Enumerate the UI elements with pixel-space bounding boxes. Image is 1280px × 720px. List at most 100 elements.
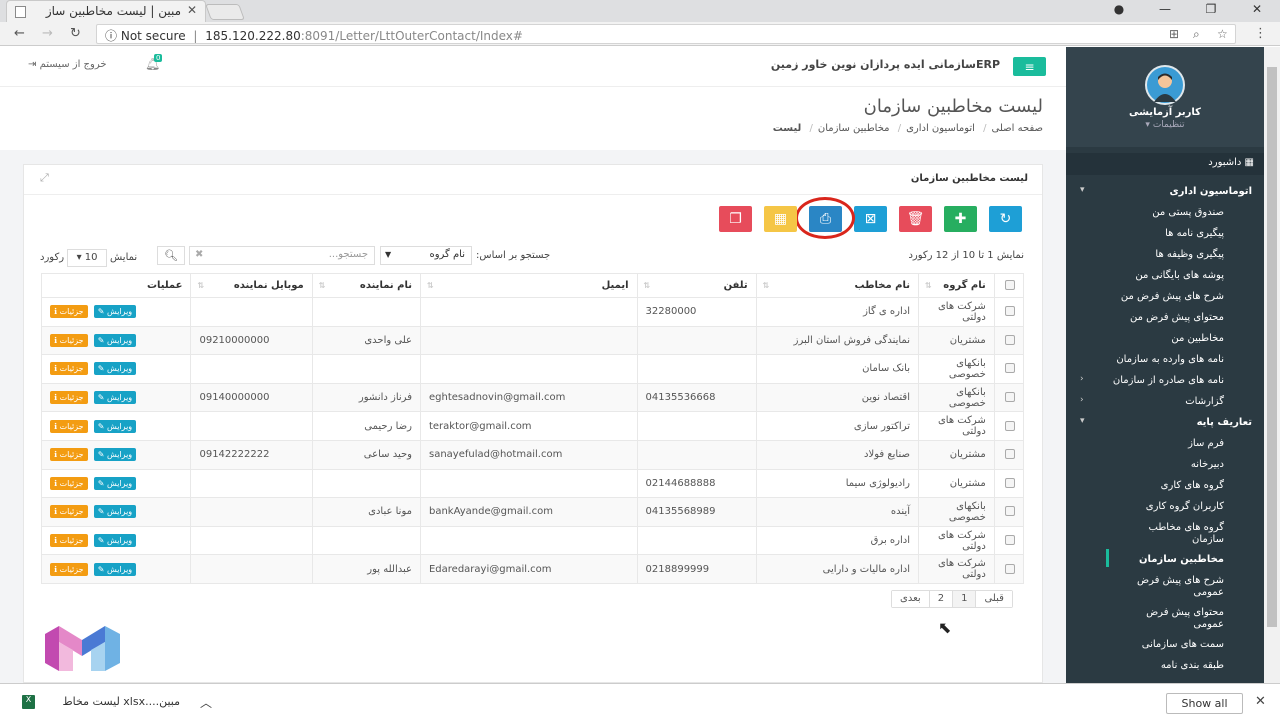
zoom-icon[interactable]: ⌕ — [1193, 27, 1200, 42]
sidebar-item-10[interactable]: گزارشات ‹ — [1066, 391, 1264, 412]
edit-button[interactable]: ✎ ویرایش — [93, 534, 137, 548]
row-checkbox[interactable] — [1005, 563, 1015, 574]
search-button[interactable]: 🔍︎ — [157, 246, 185, 265]
close-window-icon[interactable]: ✕ — [1242, 2, 1272, 16]
profile-icon[interactable]: ● — [1104, 2, 1134, 16]
edit-button[interactable]: ✎ ویرایش — [93, 562, 137, 576]
browser-menu-icon[interactable]: ⋮ — [1254, 26, 1267, 41]
details-button[interactable]: ℹ جزئیات — [50, 362, 88, 376]
column-header-1[interactable]: نام مخاطب ⇅ — [755, 273, 920, 298]
copy-button[interactable]: ❐ — [719, 206, 752, 232]
row-checkbox[interactable] — [1005, 449, 1015, 460]
new-tab-button[interactable] — [205, 4, 245, 20]
page-scrollbar[interactable] — [1264, 47, 1280, 683]
row-checkbox[interactable] — [1005, 420, 1015, 431]
sidebar-item-14[interactable]: گروه های کاری — [1066, 475, 1264, 496]
add-button[interactable]: ✚ — [944, 206, 977, 232]
back-icon[interactable]: ← — [14, 26, 25, 41]
minimize-icon[interactable]: — — [1150, 2, 1180, 16]
details-button[interactable]: ℹ جزئیات — [50, 476, 88, 490]
sidebar-item-19[interactable]: محتوای پیش فرض عمومی — [1066, 602, 1264, 634]
edit-button[interactable]: ✎ ویرایش — [93, 333, 137, 347]
details-button[interactable]: ℹ جزئیات — [50, 305, 88, 319]
column-header-0[interactable]: نام گروه ⇅ — [918, 273, 995, 298]
forward-icon[interactable]: → — [42, 26, 53, 41]
delete-button[interactable]: 🗑︎ — [899, 206, 932, 232]
menu-toggle-button[interactable]: ≡ — [1013, 57, 1046, 76]
expand-icon[interactable]: ⤢ — [40, 171, 49, 185]
breadcrumb-automation[interactable]: اتوماسیون اداری — [906, 123, 975, 134]
sidebar-item-15[interactable]: کاربران گروه کاری — [1066, 496, 1264, 517]
download-item[interactable]: مبین....xlsx لیست مخاط — [14, 690, 184, 714]
page-size-select[interactable]: 10 ▾ — [67, 249, 108, 267]
edit-button[interactable]: ✎ ویرایش — [93, 419, 137, 433]
chevron-up-icon[interactable]: ︿ — [200, 694, 212, 711]
sidebar-item-9[interactable]: نامه های صادره از سازمان ‹ — [1066, 370, 1264, 391]
search-field-select[interactable]: نام گروه ▼ — [380, 246, 472, 265]
breadcrumb-contacts[interactable]: مخاطبین سازمان — [818, 123, 890, 134]
columns-button[interactable]: ▦ — [764, 206, 797, 232]
pager-next[interactable]: بعدی — [892, 591, 929, 607]
edit-button[interactable]: ✎ ویرایش — [93, 305, 137, 319]
sidebar-item-17[interactable]: مخاطبین سازمان — [1066, 549, 1264, 570]
edit-button[interactable]: ✎ ویرایش — [93, 448, 137, 462]
sidebar-item-1[interactable]: صندوق پستی من — [1066, 202, 1264, 223]
details-button[interactable]: ℹ جزئیات — [50, 333, 88, 347]
search-input[interactable]: جستجو... ✖ — [189, 246, 375, 265]
details-button[interactable]: ℹ جزئیات — [50, 391, 88, 405]
sidebar-item-dashboard[interactable]: ▦ داشبورد — [1066, 153, 1264, 175]
sidebar-item-13[interactable]: دبیرخانه — [1066, 454, 1264, 475]
sidebar-item-8[interactable]: نامه های وارده به سازمان — [1066, 349, 1264, 370]
row-checkbox[interactable] — [1005, 306, 1015, 317]
info-icon[interactable]: ⓘ — [105, 29, 117, 43]
pager-prev[interactable]: قبلی — [975, 591, 1012, 607]
row-checkbox[interactable] — [1005, 392, 1015, 403]
show-all-button[interactable]: Show all — [1166, 693, 1243, 714]
reload-icon[interactable]: ↻ — [70, 26, 81, 41]
row-checkbox[interactable] — [1005, 477, 1015, 488]
details-button[interactable]: ℹ جزئیات — [50, 419, 88, 433]
breadcrumb-home[interactable]: صفحه اصلی — [992, 123, 1043, 134]
pager-page-1[interactable]: 1 — [952, 591, 976, 607]
sidebar-item-21[interactable]: طبقه بندی نامه — [1066, 655, 1264, 676]
sidebar-item-0[interactable]: اتوماسیون اداری ▾ — [1066, 181, 1264, 202]
select-all-checkbox[interactable] — [1005, 280, 1015, 290]
logout-link[interactable]: خروج از سیستم ⇥ — [28, 59, 107, 70]
details-button[interactable]: ℹ جزئیات — [50, 562, 88, 576]
column-header-5[interactable]: موبایل نماینده ⇅ — [190, 273, 313, 298]
details-button[interactable]: ℹ جزئیات — [50, 534, 88, 548]
url-field[interactable]: ⓘ Not secure | 185.120.222.80:8091/Lette… — [96, 24, 1236, 44]
edit-button[interactable]: ✎ ویرایش — [93, 476, 137, 490]
sidebar-item-2[interactable]: پیگیری نامه ها — [1066, 223, 1264, 244]
edit-button[interactable]: ✎ ویرایش — [93, 362, 137, 376]
user-settings-link[interactable]: تنظیمات ▾ — [1066, 120, 1264, 130]
restore-icon[interactable]: ❐ — [1196, 2, 1226, 16]
excel-export-button[interactable]: ⊠ — [854, 206, 887, 232]
sidebar-item-11[interactable]: تعاریف پایه ▾ — [1066, 412, 1264, 433]
close-icon[interactable]: ✕ — [1255, 694, 1266, 709]
close-tab-icon[interactable]: ✕ — [187, 3, 197, 17]
sidebar-item-18[interactable]: شرح های پیش فرض عمومی — [1066, 570, 1264, 602]
details-button[interactable]: ℹ جزئیات — [50, 448, 88, 462]
edit-button[interactable]: ✎ ویرایش — [93, 391, 137, 405]
sidebar-item-3[interactable]: پیگیری وظیفه ها — [1066, 244, 1264, 265]
translate-icon[interactable]: ⊞ — [1169, 27, 1179, 41]
sidebar-item-12[interactable]: فرم ساز — [1066, 433, 1264, 454]
bookmark-star-icon[interactable]: ☆ — [1217, 27, 1228, 41]
sidebar-item-7[interactable]: مخاطبین من — [1066, 328, 1264, 349]
pager-page-2[interactable]: 2 — [928, 591, 953, 607]
row-checkbox[interactable] — [1005, 535, 1015, 546]
notification-bell-icon[interactable]: 🔔︎ 0 — [145, 54, 163, 71]
sidebar-item-5[interactable]: شرح های پیش فرض من — [1066, 286, 1264, 307]
sidebar-item-4[interactable]: پوشه های بایگانی من — [1066, 265, 1264, 286]
sidebar-item-20[interactable]: سمت های سازمانی — [1066, 634, 1264, 655]
browser-tab[interactable]: مبین | لیست مخاطبین ساز ✕ — [6, 0, 206, 22]
column-header-2[interactable]: تلفن ⇅ — [636, 273, 757, 298]
column-header-4[interactable]: نام نماینده ⇅ — [311, 273, 421, 298]
details-button[interactable]: ℹ جزئیات — [50, 505, 88, 519]
refresh-button[interactable]: ↻ — [989, 206, 1022, 232]
row-checkbox[interactable] — [1005, 334, 1015, 345]
column-header-3[interactable]: ایمیل ⇅ — [419, 273, 638, 298]
sidebar-item-16[interactable]: گروه های مخاطب سازمان — [1066, 517, 1264, 549]
row-checkbox[interactable] — [1005, 506, 1015, 517]
